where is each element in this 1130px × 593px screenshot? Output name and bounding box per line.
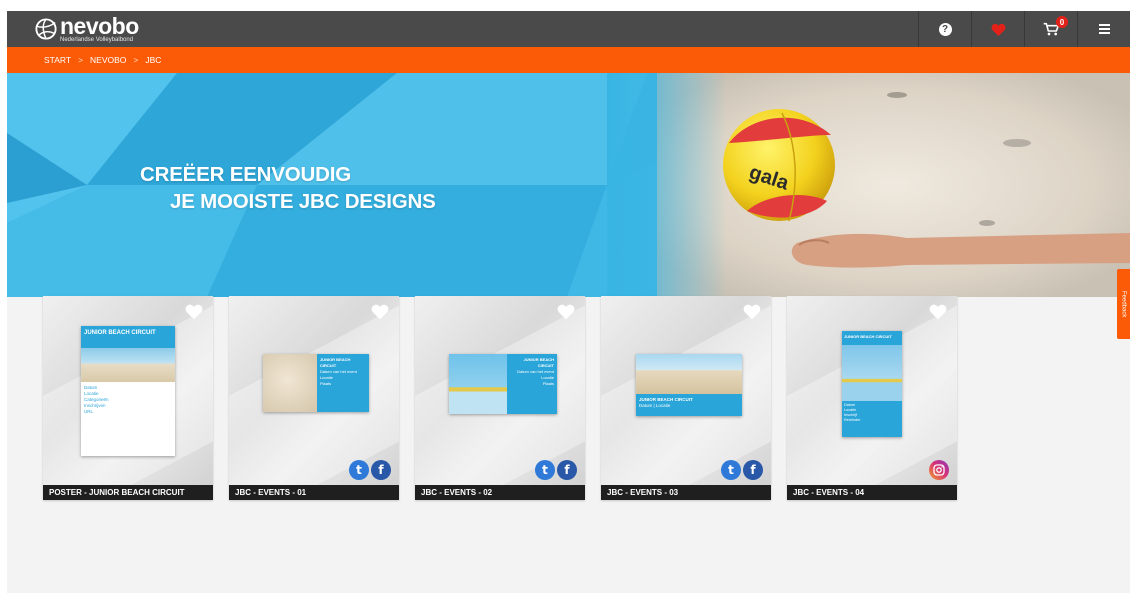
heart-icon [991,23,1005,36]
breadcrumb-item-start[interactable]: START [44,55,71,65]
favorite-heart-icon[interactable] [185,303,203,320]
instagram-icon[interactable] [929,460,949,480]
template-label: JBC - EVENTS - 01 [229,485,399,500]
volleyball-logo-icon [35,18,57,40]
facebook-icon[interactable]: f [743,460,763,480]
facebook-icon[interactable]: f [371,460,391,480]
favorite-heart-icon[interactable] [371,303,389,320]
share-icons: t f [721,460,763,480]
breadcrumb: START > NEVOBO > JBC [7,47,1130,73]
share-icons: t f [535,460,577,480]
template-card[interactable]: JUNIOR BEACH CIRCUIT Datum van het event… [415,296,585,500]
template-grid: JUNIOR BEACH CIRCUIT Datum Locatie Categ… [43,296,957,500]
feedback-tab[interactable]: Feedback [1117,269,1130,339]
menu-icon [1098,24,1110,34]
thumbnail-photo [636,354,742,394]
instagram-glyph [933,464,945,476]
favorite-heart-icon[interactable] [929,303,947,320]
template-thumbnail: JUNIOR BEACH CIRCUIT Datum van het event… [449,354,557,414]
template-label: POSTER - JUNIOR BEACH CIRCUIT [43,485,213,500]
share-icons: t f [349,460,391,480]
breadcrumb-item-jbc[interactable]: JBC [145,55,161,65]
nevobo-logo[interactable]: nevobo Nederlandse Volleybalbond [35,13,139,44]
thumbnail-text: URL [84,409,94,414]
hero-banner: gala CREËER EENVOUDIG JE MOOISTE JBC DES… [7,73,1130,297]
favorite-heart-icon[interactable] [557,303,575,320]
thumbnail-text: Plaats [319,381,332,386]
help-icon: ? [938,22,952,36]
thumbnail-text: Datum | Locatie [639,403,671,408]
thumbnail-title: JUNIOR BEACH CIRCUIT [81,326,175,348]
breadcrumb-separator: > [133,55,139,65]
page: nevobo Nederlandse Volleybalbond ? 0 STA… [7,11,1130,593]
cart-button[interactable]: 0 [1024,11,1077,47]
twitter-icon[interactable]: t [721,460,741,480]
template-label: JBC - EVENTS - 03 [601,485,771,500]
thumbnail-title: JUNIOR BEACH CIRCUIT [842,331,902,345]
thumbnail-text: Reminder [844,418,861,422]
template-card[interactable]: JUNIOR BEACH CIRCUIT Datum Locatie Insch… [787,296,957,500]
template-card[interactable]: JUNIOR BEACH CIRCUIT Datum Locatie Categ… [43,296,213,500]
thumbnail-photo [263,354,317,412]
thumbnail-photo [842,345,902,401]
favorites-button[interactable] [971,11,1024,47]
template-thumbnail: JUNIOR BEACH CIRCUIT Datum Locatie Categ… [81,326,175,456]
thumbnail-photo [449,354,508,414]
hero-title: CREËER EENVOUDIG JE MOOISTE JBC DESIGNS [140,161,436,215]
template-card[interactable]: JUNIOR BEACH CIRCUIT Datum van het event… [229,296,399,500]
brand-name: nevobo [60,13,139,39]
thumbnail-title: JUNIOR BEACH CIRCUIT [319,357,351,368]
cart-count-badge: 0 [1056,16,1068,28]
facebook-icon[interactable]: f [557,460,577,480]
template-card[interactable]: JUNIOR BEACH CIRCUIT Datum | Locatie t f… [601,296,771,500]
menu-button[interactable] [1077,11,1130,47]
top-navigation-bar: nevobo Nederlandse Volleybalbond ? 0 [7,11,1130,47]
breadcrumb-item-nevobo[interactable]: NEVOBO [90,55,126,65]
template-label: JBC - EVENTS - 02 [415,485,585,500]
template-thumbnail: JUNIOR BEACH CIRCUIT Datum van het event… [263,354,369,412]
share-icons [929,460,949,480]
template-label: JBC - EVENTS - 04 [787,485,957,500]
template-thumbnail: JUNIOR BEACH CIRCUIT Datum | Locatie [636,354,742,416]
thumbnail-photo [81,348,175,382]
favorite-heart-icon[interactable] [743,303,761,320]
hero-title-line1: CREËER EENVOUDIG [140,163,351,186]
twitter-icon[interactable]: t [349,460,369,480]
twitter-icon[interactable]: t [535,460,555,480]
breadcrumb-separator: > [78,55,84,65]
brand-subtitle: Nederlandse Volleybalbond [60,37,134,43]
help-button[interactable]: ? [918,11,971,47]
thumbnail-text: Plaats [542,381,554,386]
template-thumbnail: JUNIOR BEACH CIRCUIT Datum Locatie Insch… [842,331,902,437]
hero-title-line2: JE MOOISTE JBC DESIGNS [170,190,436,213]
thumbnail-title: JUNIOR BEACH CIRCUIT [523,357,554,368]
